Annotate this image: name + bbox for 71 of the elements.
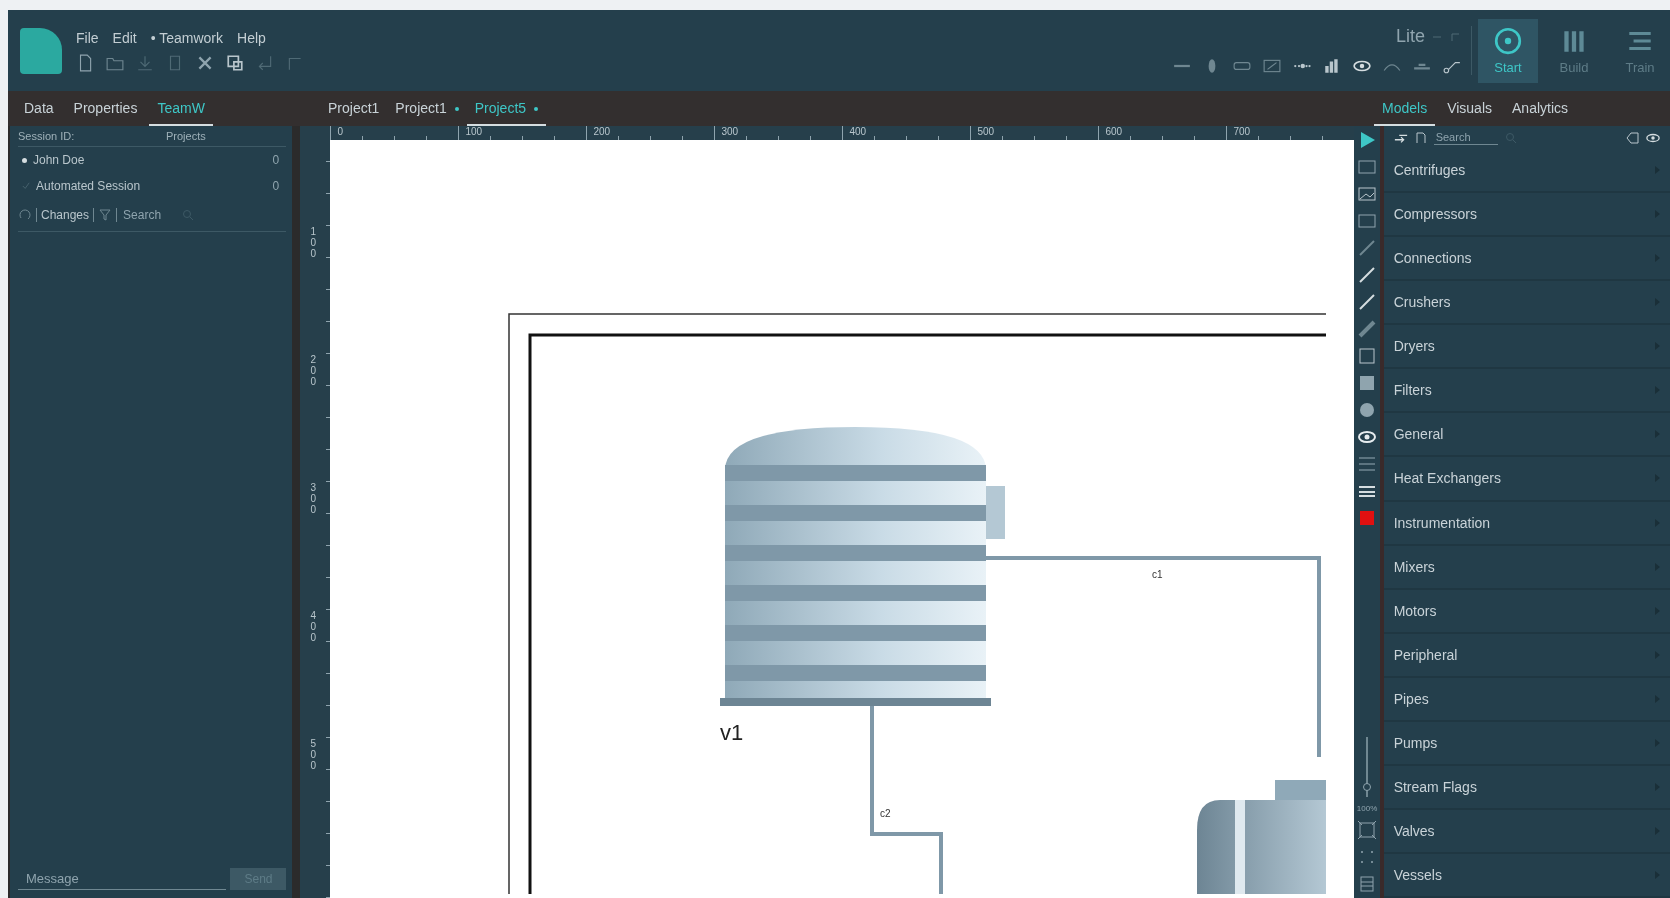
project-count: 0 [272,153,281,167]
edition-label: Lite [1395,26,1425,47]
pipe-label: c2 [880,808,892,819]
rectangle-icon[interactable] [1357,346,1378,366]
model-category[interactable]: Motors [1383,589,1670,634]
column-header: Projects [166,130,206,142]
model-category[interactable]: Dryers [1383,325,1670,370]
image-icon[interactable] [1357,184,1378,204]
ruler-label: 500 [310,738,318,773]
zoom-slider[interactable] [1362,737,1373,797]
image-icon[interactable] [1263,57,1281,75]
pipe-label: c1 [1152,569,1164,580]
model-category[interactable]: Filters [1383,369,1670,414]
zoom-slider-thumb[interactable] [1363,783,1372,791]
line-icon[interactable] [1357,265,1378,285]
model-search-field[interactable]: Search [1433,130,1498,145]
model-category[interactable]: Compressors [1383,193,1670,238]
model-category[interactable]: Crushers [1383,281,1670,326]
model-category[interactable]: Pipes [1383,677,1670,722]
tank-label: v1 [720,720,744,745]
document-tab[interactable]: Project1 [320,91,388,126]
menu-item[interactable]: Help [237,29,266,46]
panel-tab[interactable]: Properties [65,91,146,126]
model-category[interactable]: Pumps [1383,721,1670,766]
model-category[interactable]: Mixers [1383,545,1670,590]
line-icon[interactable] [1357,292,1378,312]
refresh-icon[interactable] [18,209,32,221]
bar-chart-icon[interactable] [1323,57,1341,75]
paste-icon[interactable] [226,53,244,72]
model-category[interactable]: Stream Flags [1383,765,1670,810]
menu-item[interactable]: Edit [112,29,137,46]
textbox-icon[interactable] [1357,157,1378,177]
library-tab[interactable]: Visuals [1439,91,1501,126]
tag-icon[interactable] [1626,131,1640,144]
session-name[interactable]: John Doe [33,153,267,167]
model-category[interactable]: General [1383,413,1670,458]
session-name[interactable]: Automated Session [36,179,267,193]
project-count: 0 [272,179,281,193]
eye-icon[interactable] [1646,131,1660,144]
column-header: Session ID: [18,130,76,142]
model-category[interactable]: Connections [1383,237,1670,282]
zoom-level: 100% [1356,804,1378,813]
menu-item[interactable]: File [76,29,99,46]
model-category[interactable]: Peripheral [1383,633,1670,678]
download-icon[interactable] [136,53,154,72]
ruler-label: 200 [310,354,318,389]
document-tab[interactable]: Project1 [387,91,467,126]
model-category[interactable]: Valves [1383,809,1670,854]
changes-filter[interactable]: Changes [41,208,90,222]
panel-tab[interactable]: Data [16,91,62,126]
pen-icon[interactable] [1357,319,1378,339]
ruler-label: 400 [310,610,318,645]
mode-tab[interactable]: Start [1478,18,1538,83]
modified-dot [534,106,539,111]
menu-item[interactable]: • Teamwork [150,29,224,46]
frame-icon[interactable] [1357,211,1378,231]
model-category[interactable]: Instrumentation [1383,501,1670,546]
model-category[interactable]: Heat Exchangers [1383,457,1670,502]
model-category[interactable]: Vessels [1383,854,1670,898]
library-tab[interactable]: Analytics [1504,91,1577,126]
modified-dot [454,106,459,111]
target-icon [1493,26,1523,56]
app-logo [20,27,62,74]
ruler-label: 100 [310,226,318,261]
fit-icon[interactable] [1357,820,1378,840]
message-field[interactable]: Message [18,868,227,890]
filter-icon[interactable] [98,209,113,221]
search-field[interactable]: Search [121,207,178,223]
model-category[interactable]: Centrifuges [1383,149,1670,194]
ruler-label: 300 [310,482,318,517]
undo-icon[interactable] [256,53,274,72]
